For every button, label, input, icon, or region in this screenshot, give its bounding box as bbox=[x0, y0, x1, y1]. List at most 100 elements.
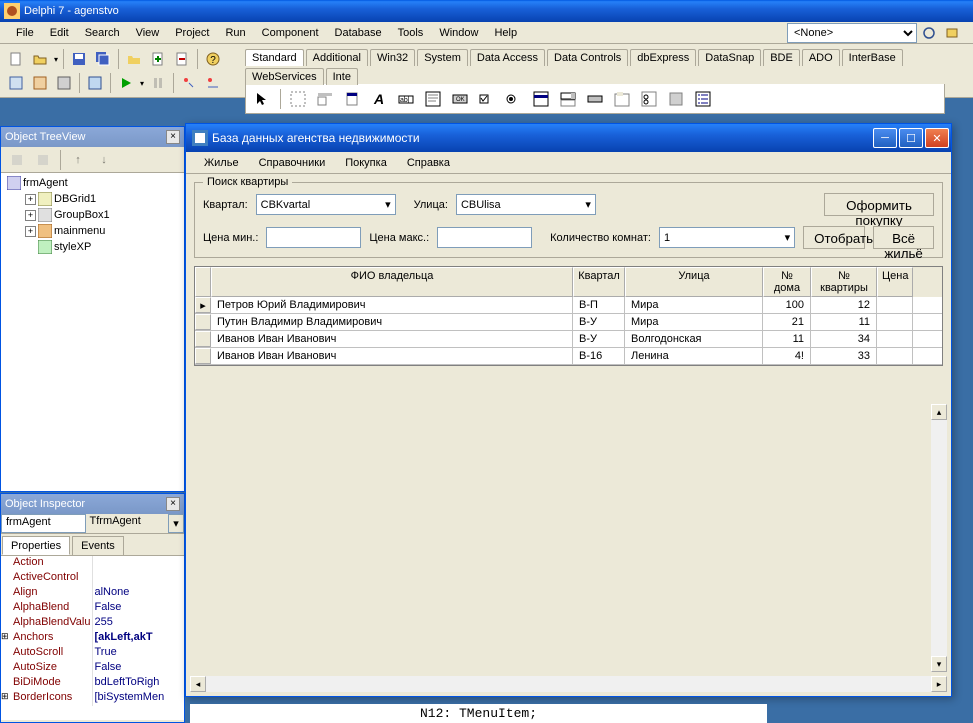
app-title-bar[interactable]: База данных агенства недвижимости ─ ☐ ✕ bbox=[186, 124, 951, 152]
tab-interbase[interactable]: InterBase bbox=[842, 49, 903, 66]
view-form-icon[interactable] bbox=[29, 72, 51, 94]
app-menu-pokupka[interactable]: Покупка bbox=[335, 155, 397, 171]
button-arrange[interactable]: Оформить покупку bbox=[824, 193, 934, 216]
tab-data-controls[interactable]: Data Controls bbox=[547, 49, 628, 66]
tab-dbexpress[interactable]: dbExpress bbox=[630, 49, 696, 66]
expand-icon[interactable]: + bbox=[25, 226, 36, 237]
edit-icon[interactable]: ab| bbox=[393, 86, 419, 112]
tab-datasnap[interactable]: DataSnap bbox=[698, 49, 761, 66]
button-icon[interactable]: OK bbox=[447, 86, 473, 112]
menu-window[interactable]: Window bbox=[431, 25, 486, 41]
th-fio[interactable]: ФИО владельца bbox=[211, 267, 573, 297]
tab-data-access[interactable]: Data Access bbox=[470, 49, 545, 66]
prop-row[interactable]: Anchors[akLeft,akT bbox=[1, 631, 184, 646]
menu-search[interactable]: Search bbox=[77, 25, 128, 41]
ide-none-combo[interactable]: <None> bbox=[787, 23, 917, 43]
menu-component[interactable]: Component bbox=[254, 25, 327, 41]
prop-row[interactable]: AlignalNone bbox=[1, 586, 184, 601]
tab-additional[interactable]: Additional bbox=[306, 49, 368, 66]
prop-row[interactable]: AlphaBlendValu255 bbox=[1, 616, 184, 631]
mainmenu-icon[interactable] bbox=[312, 86, 338, 112]
tab-inte[interactable]: Inte bbox=[326, 68, 358, 85]
app-menu-spravka[interactable]: Справка bbox=[397, 155, 460, 171]
label-icon[interactable]: A bbox=[366, 86, 392, 112]
menu-help[interactable]: Help bbox=[486, 25, 525, 41]
input-price-max[interactable] bbox=[437, 227, 532, 248]
grid-vertical-scrollbar[interactable]: ▴ ▾ bbox=[931, 404, 947, 672]
prop-row[interactable]: AlphaBlendFalse bbox=[1, 601, 184, 616]
th-price[interactable]: Цена bbox=[877, 267, 913, 297]
scroll-left-icon[interactable]: ◂ bbox=[190, 676, 206, 692]
save-icon[interactable] bbox=[68, 48, 90, 70]
checkbox-icon[interactable] bbox=[474, 86, 500, 112]
minimize-button[interactable]: ─ bbox=[873, 128, 897, 148]
run-icon[interactable] bbox=[115, 72, 137, 94]
close-button[interactable]: ✕ bbox=[925, 128, 949, 148]
tree-dbgrid[interactable]: + DBGrid1 bbox=[25, 191, 182, 207]
tab-bde[interactable]: BDE bbox=[763, 49, 800, 66]
pause-icon[interactable] bbox=[147, 72, 169, 94]
scrollbar-icon[interactable] bbox=[582, 86, 608, 112]
table-row[interactable]: Путин Владимир ВладимировичВ-УМира2111 bbox=[195, 314, 942, 331]
add-file-icon[interactable] bbox=[147, 48, 169, 70]
menu-edit[interactable]: Edit bbox=[42, 25, 77, 41]
prop-row[interactable]: AutoScrollTrue bbox=[1, 646, 184, 661]
table-row[interactable]: Иванов Иван ИвановичВ-16Ленина4!33 bbox=[195, 348, 942, 365]
actionlist-icon[interactable] bbox=[690, 86, 716, 112]
combobox-icon[interactable] bbox=[555, 86, 581, 112]
open-icon[interactable] bbox=[29, 48, 51, 70]
horizontal-scrollbar[interactable]: ◂ ▸ bbox=[190, 676, 947, 692]
tree-down-icon[interactable]: ↓ bbox=[93, 149, 115, 171]
table-row[interactable]: Иванов Иван ИвановичВ-УВолгодонская1134 bbox=[195, 331, 942, 348]
th-kvartiry[interactable]: № квартиры bbox=[811, 267, 877, 297]
trace-into-icon[interactable] bbox=[178, 72, 200, 94]
tab-win32[interactable]: Win32 bbox=[370, 49, 415, 66]
button-all[interactable]: Всё жильё bbox=[873, 226, 934, 249]
prop-row[interactable]: AutoSizeFalse bbox=[1, 661, 184, 676]
new-icon[interactable] bbox=[5, 48, 27, 70]
expand-icon[interactable]: + bbox=[25, 210, 36, 221]
app-menu-spravochniki[interactable]: Справочники bbox=[249, 155, 336, 171]
open-project-icon[interactable] bbox=[123, 48, 145, 70]
scroll-down-icon[interactable]: ▾ bbox=[931, 656, 947, 672]
menu-file[interactable]: File bbox=[8, 25, 42, 41]
inspector-object-combo[interactable]: frmAgent TfrmAgent ▾ bbox=[1, 514, 184, 534]
listbox-icon[interactable] bbox=[528, 86, 554, 112]
button-filter[interactable]: Отобрать bbox=[803, 226, 865, 249]
menu-view[interactable]: View bbox=[128, 25, 168, 41]
input-price-min[interactable] bbox=[266, 227, 361, 248]
remove-file-icon[interactable] bbox=[171, 48, 193, 70]
expand-icon[interactable]: + bbox=[25, 194, 36, 205]
tree-tool2-icon[interactable] bbox=[32, 149, 54, 171]
th-ulitsa[interactable]: Улица bbox=[625, 267, 763, 297]
tab-properties[interactable]: Properties bbox=[2, 536, 70, 555]
combo-ulitsa[interactable]: CBUlisa▾ bbox=[456, 194, 596, 215]
tree-tool1-icon[interactable] bbox=[6, 149, 28, 171]
tab-system[interactable]: System bbox=[417, 49, 468, 66]
sync-icon[interactable] bbox=[918, 22, 940, 44]
inspector-close-icon[interactable]: × bbox=[166, 497, 180, 511]
arrow-icon[interactable] bbox=[250, 86, 276, 112]
radiobutton-icon[interactable] bbox=[501, 86, 527, 112]
combo-kvartal[interactable]: CBKvartal▾ bbox=[256, 194, 396, 215]
tab-ado[interactable]: ADO bbox=[802, 49, 840, 66]
groupbox-icon[interactable] bbox=[609, 86, 635, 112]
tab-standard[interactable]: Standard bbox=[245, 49, 304, 66]
prop-row[interactable]: Action bbox=[1, 556, 184, 571]
prop-row[interactable]: BiDiModebdLeftToRigh bbox=[1, 676, 184, 691]
prop-row[interactable]: BorderIcons[biSystemMen bbox=[1, 691, 184, 706]
app-menu-zhilye[interactable]: Жилье bbox=[194, 155, 249, 171]
combo-rooms[interactable]: 1▾ bbox=[659, 227, 795, 248]
th-kvartal[interactable]: Квартал bbox=[573, 267, 625, 297]
prop-row[interactable]: ActiveControl bbox=[1, 571, 184, 586]
help-icon[interactable]: ? bbox=[202, 48, 224, 70]
browse-icon[interactable] bbox=[942, 22, 964, 44]
menu-project[interactable]: Project bbox=[167, 25, 217, 41]
chevron-down-icon[interactable]: ▾ bbox=[168, 514, 184, 533]
tree-close-icon[interactable]: × bbox=[166, 130, 180, 144]
tab-events[interactable]: Events bbox=[72, 536, 124, 555]
maximize-button[interactable]: ☐ bbox=[899, 128, 923, 148]
tree-root[interactable]: frmAgent bbox=[7, 175, 182, 191]
memo-icon[interactable] bbox=[420, 86, 446, 112]
frames-icon[interactable] bbox=[285, 86, 311, 112]
